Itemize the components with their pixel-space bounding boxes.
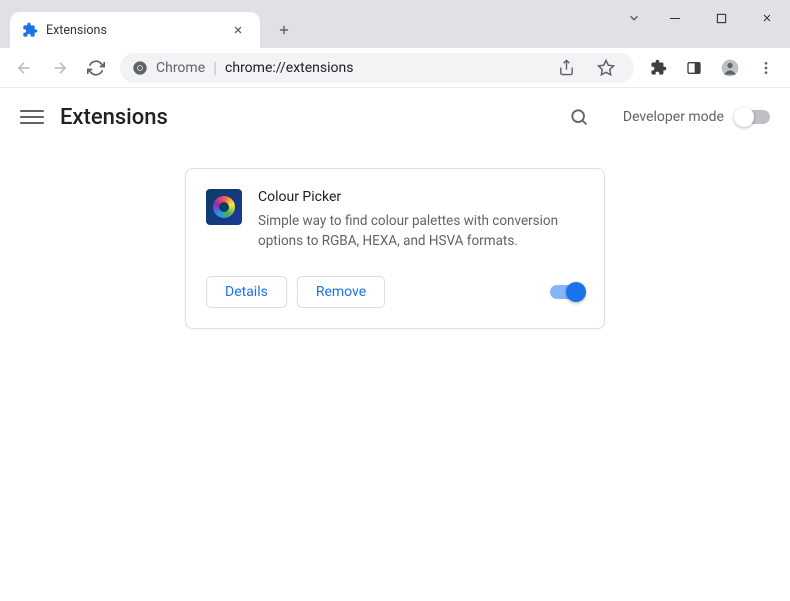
puzzle-icon [22, 22, 38, 38]
page-title: Extensions [60, 105, 551, 130]
profile-icon[interactable] [714, 52, 746, 84]
extensions-header: Extensions Developer mode [0, 88, 790, 146]
page-content: pcrisk.com Extensions Developer mode Col… [0, 88, 790, 601]
extension-name: Colour Picker [258, 189, 584, 205]
omnibox-separator: | [213, 58, 217, 77]
details-button[interactable]: Details [206, 276, 287, 308]
back-button[interactable] [8, 52, 40, 84]
menu-icon[interactable] [750, 52, 782, 84]
side-panel-icon[interactable] [678, 52, 710, 84]
close-window-button[interactable] [744, 0, 790, 36]
new-tab-button[interactable] [270, 16, 298, 44]
minimize-button[interactable] [652, 0, 698, 36]
browser-tab[interactable]: Extensions [10, 12, 260, 48]
extension-enable-toggle[interactable] [550, 285, 584, 299]
tab-title: Extensions [46, 23, 220, 38]
developer-mode-toggle-group: Developer mode [623, 109, 770, 125]
browser-toolbar: Chrome | chrome://extensions [0, 48, 790, 88]
share-icon[interactable] [550, 52, 582, 84]
omnibox-label: Chrome [156, 60, 205, 76]
maximize-button[interactable] [698, 0, 744, 36]
bookmark-icon[interactable] [590, 52, 622, 84]
extension-app-icon [206, 189, 242, 225]
developer-mode-toggle[interactable] [736, 110, 770, 124]
extensions-icon[interactable] [642, 52, 674, 84]
hamburger-menu-button[interactable] [20, 105, 44, 129]
extension-card: Colour Picker Simple way to find colour … [185, 168, 605, 329]
omnibox[interactable]: Chrome | chrome://extensions [120, 53, 634, 83]
close-tab-button[interactable] [228, 22, 248, 38]
search-extensions-button[interactable] [567, 105, 591, 129]
window-controls [616, 0, 790, 36]
reload-button[interactable] [80, 52, 112, 84]
developer-mode-label: Developer mode [623, 109, 724, 125]
chrome-brand-icon [132, 60, 148, 76]
titlebar: Extensions [0, 0, 790, 48]
extension-description: Simple way to find colour palettes with … [258, 211, 584, 252]
tab-search-button[interactable] [616, 0, 652, 36]
omnibox-url: chrome://extensions [225, 60, 353, 76]
remove-button[interactable]: Remove [297, 276, 385, 308]
forward-button[interactable] [44, 52, 76, 84]
